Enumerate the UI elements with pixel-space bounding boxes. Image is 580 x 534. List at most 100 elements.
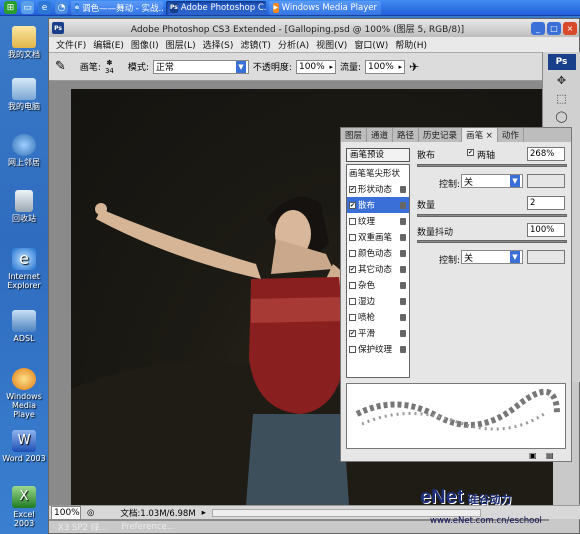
task-media-player[interactable]: ▶ Windows Media Player [269,0,381,15]
checkbox[interactable] [349,297,356,305]
maximize-button[interactable]: □ [547,21,561,35]
control-select[interactable]: 关 ▼ [461,174,523,188]
count-slider[interactable] [417,214,567,217]
shape-dynamics-item[interactable]: ✔ 形状动态 [347,181,409,197]
control-label: 控制: [439,180,461,190]
media-player-icon [12,368,36,390]
lock-icon[interactable] [400,201,406,209]
menu-edit[interactable]: 编辑(E) [93,38,124,51]
taskbar-item-2[interactable]: Preference... [121,522,175,532]
protect-texture-item[interactable]: 保护纹理 [347,341,409,357]
minimize-button[interactable]: _ [531,21,545,35]
dual-brush-item[interactable]: 双重画笔 [347,229,409,245]
wet-edges-item[interactable]: 湿边 [347,293,409,309]
zoom-field[interactable]: 100% [51,505,81,520]
control2-select[interactable]: 关 ▼ [461,250,523,264]
brush-label: 画笔: [79,63,101,73]
desktop-icon-word[interactable]: W Word 2003 [2,430,46,463]
desktop-icon-my-computer[interactable]: 我的电脑 [2,78,46,111]
checkbox[interactable]: ✔ [349,201,356,209]
lock-icon[interactable] [400,329,406,337]
brush-picker[interactable]: ✽ 34 [105,59,114,75]
desktop-icon-my-documents[interactable]: 我的文档 [2,26,46,59]
checkbox[interactable] [349,345,356,353]
checkbox[interactable]: ✔ [349,329,356,337]
lock-icon[interactable] [400,265,406,273]
checkbox[interactable] [349,281,356,289]
both-axes-checkbox[interactable]: ✔ [467,149,474,156]
checkbox[interactable] [349,313,356,321]
checkbox[interactable]: ✔ [349,185,356,193]
smoothing-item[interactable]: ✔ 平滑 [347,325,409,341]
scatter-value-field[interactable]: 268% [527,147,565,161]
trash-icon[interactable]: ▤ [546,451,554,460]
menu-filter[interactable]: 滤镜(T) [240,38,271,51]
color-dynamics-item[interactable]: 颜色动态 [347,245,409,261]
tab-paths[interactable]: 路径 [393,128,420,142]
desktop-icon-network[interactable]: 网上邻居 [2,134,46,167]
taskbar-item-1[interactable]: X3 SP2 绿... [58,521,107,533]
checkbox[interactable] [349,217,356,225]
menu-view[interactable]: 视图(V) [316,38,347,51]
opacity-field[interactable]: 100% ▸ [295,59,336,74]
desktop-icon-excel[interactable]: X Excel 2003 [2,486,46,528]
status-menu-icon[interactable]: ▸ [202,508,206,518]
checkbox[interactable]: ✔ [349,265,356,273]
close-button[interactable]: × [563,21,577,35]
tab-actions[interactable]: 动作 [498,128,524,142]
new-brush-icon[interactable]: ▣ [529,451,537,460]
other-dynamics-item[interactable]: ✔ 其它动态 [347,261,409,277]
tab-layers[interactable]: 图层 [341,128,368,142]
menu-image[interactable]: 图像(I) [131,38,159,51]
enet-watermark: eNet 硅谷动力 [420,486,511,509]
desktop-icon-media-player[interactable]: Windows Media Playe [2,368,46,419]
checkbox[interactable] [349,233,356,241]
lock-icon[interactable] [400,297,406,305]
noise-item[interactable]: 杂色 [347,277,409,293]
move-tool-icon[interactable]: ✥ [553,72,571,88]
brush-tool-icon[interactable]: ✎ [55,59,66,74]
lock-icon[interactable] [400,233,406,241]
lock-icon[interactable] [400,217,406,225]
count-jitter-slider[interactable] [417,240,567,243]
checkbox[interactable] [349,249,356,257]
tab-brushes[interactable]: 画笔 × [462,128,498,142]
lock-icon[interactable] [400,281,406,289]
count-value-field[interactable]: 2 [527,196,565,210]
tab-channels[interactable]: 通道 [367,128,394,142]
airbrush-icon[interactable]: ✈ [409,60,419,74]
desktop-icon-recycle-bin[interactable]: 回收站 [2,190,46,223]
menu-select[interactable]: 选择(S) [203,38,234,51]
desktop-quicklaunch-icon[interactable]: ▭ [21,1,34,14]
menu-help[interactable]: 帮助(H) [395,38,427,51]
lock-icon[interactable] [400,345,406,353]
scatter-slider[interactable] [417,164,567,167]
lock-icon[interactable] [400,185,406,193]
desktop-icon-ie[interactable]: e Internet Explorer [2,248,46,290]
lock-icon[interactable] [400,313,406,321]
start-icon[interactable]: ⊞ [4,1,17,14]
menu-analysis[interactable]: 分析(A) [278,38,309,51]
menu-window[interactable]: 窗口(W) [354,38,388,51]
mode-select[interactable]: 正常 ▼ [152,59,249,74]
menu-layer[interactable]: 图层(L) [166,38,196,51]
task-browser[interactable]: e 调色——舞动 - 实战... [71,0,163,15]
qq-quicklaunch-icon[interactable]: ◔ [55,1,68,14]
lasso-tool-icon[interactable]: ◯ [553,108,571,124]
marquee-tool-icon[interactable]: ⬚ [553,90,571,106]
count-jitter-value-field[interactable]: 100% [527,223,565,237]
flow-field[interactable]: 100% ▸ [365,59,406,74]
airbrush-item[interactable]: 喷枪 [347,309,409,325]
texture-item[interactable]: 纹理 [347,213,409,229]
brush-presets-button[interactable]: 画笔预设 [346,148,410,162]
ie-quicklaunch-icon[interactable]: e [38,1,51,14]
desktop-icon-adsl[interactable]: ADSL [2,310,46,343]
lock-icon[interactable] [400,249,406,257]
task-photoshop[interactable]: Ps Adobe Photoshop C... [166,0,266,15]
brush-tip-icon: ✽ [106,58,113,67]
count-label: 数量 [417,201,436,211]
brush-tip-shape-item[interactable]: 画笔笔尖形状 [347,165,409,181]
scatter-item[interactable]: ✔ 散布 [347,197,409,213]
tab-history[interactable]: 历史记录 [419,128,463,142]
menu-file[interactable]: 文件(F) [56,38,86,51]
